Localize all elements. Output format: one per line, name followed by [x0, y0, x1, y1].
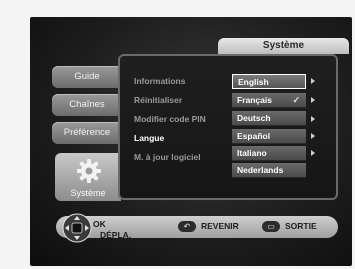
chevron-right-icon — [311, 78, 315, 84]
language-option-label: Deutsch — [237, 113, 271, 123]
menu-item-modifier-code-pin[interactable]: Modifier code PIN — [134, 114, 206, 124]
language-option-label: Français — [237, 95, 272, 105]
language-option-nederlands[interactable]: Nederlands — [232, 163, 306, 178]
language-option-italiano[interactable]: Italiano — [232, 146, 306, 161]
exit-hint[interactable]: SORTIE — [285, 221, 317, 231]
exit-button-icon: ▭ — [262, 221, 280, 232]
language-option-label: Español — [237, 131, 271, 141]
menu-item-mise-a-jour-logiciel[interactable]: M. à jour logiciel — [134, 152, 201, 162]
menu-item-langue[interactable]: Langue — [134, 133, 164, 143]
language-option-francais[interactable]: Français ✓ — [232, 93, 306, 108]
tab-systeme-label: Système — [70, 188, 106, 198]
gear-icon — [77, 159, 101, 183]
back-hint[interactable]: REVENIR — [201, 221, 239, 231]
chevron-right-icon — [311, 150, 315, 156]
tab-chaines[interactable]: Chaînes — [52, 94, 122, 116]
menu-item-reinitialiser[interactable]: Réinitialiser — [134, 95, 182, 105]
chevron-right-icon — [311, 97, 315, 103]
ok-hint: OK — [93, 219, 106, 229]
language-option-english[interactable]: English — [232, 74, 306, 89]
screen-background: Système Guide Chaînes Préférence Système… — [0, 0, 355, 269]
dpad-icon — [62, 213, 92, 243]
language-option-label: Nederlands — [237, 165, 284, 175]
check-icon: ✓ — [292, 95, 300, 105]
back-button-icon: ↶ — [178, 221, 196, 232]
tab-systeme[interactable]: Système — [55, 153, 121, 201]
language-option-espanol[interactable]: Español — [232, 129, 306, 144]
language-option-deutsch[interactable]: Deutsch — [232, 111, 306, 126]
menu-item-informations[interactable]: Informations — [134, 76, 185, 86]
language-option-label: English — [238, 77, 269, 87]
tab-preference[interactable]: Préférence — [52, 122, 122, 144]
tab-guide[interactable]: Guide — [52, 66, 122, 88]
move-hint: DÉPLA. — [100, 230, 132, 240]
language-option-label: Italiano — [237, 148, 267, 158]
chevron-right-icon — [311, 133, 315, 139]
chevron-right-icon — [311, 116, 315, 122]
page-title: Système — [218, 38, 349, 54]
